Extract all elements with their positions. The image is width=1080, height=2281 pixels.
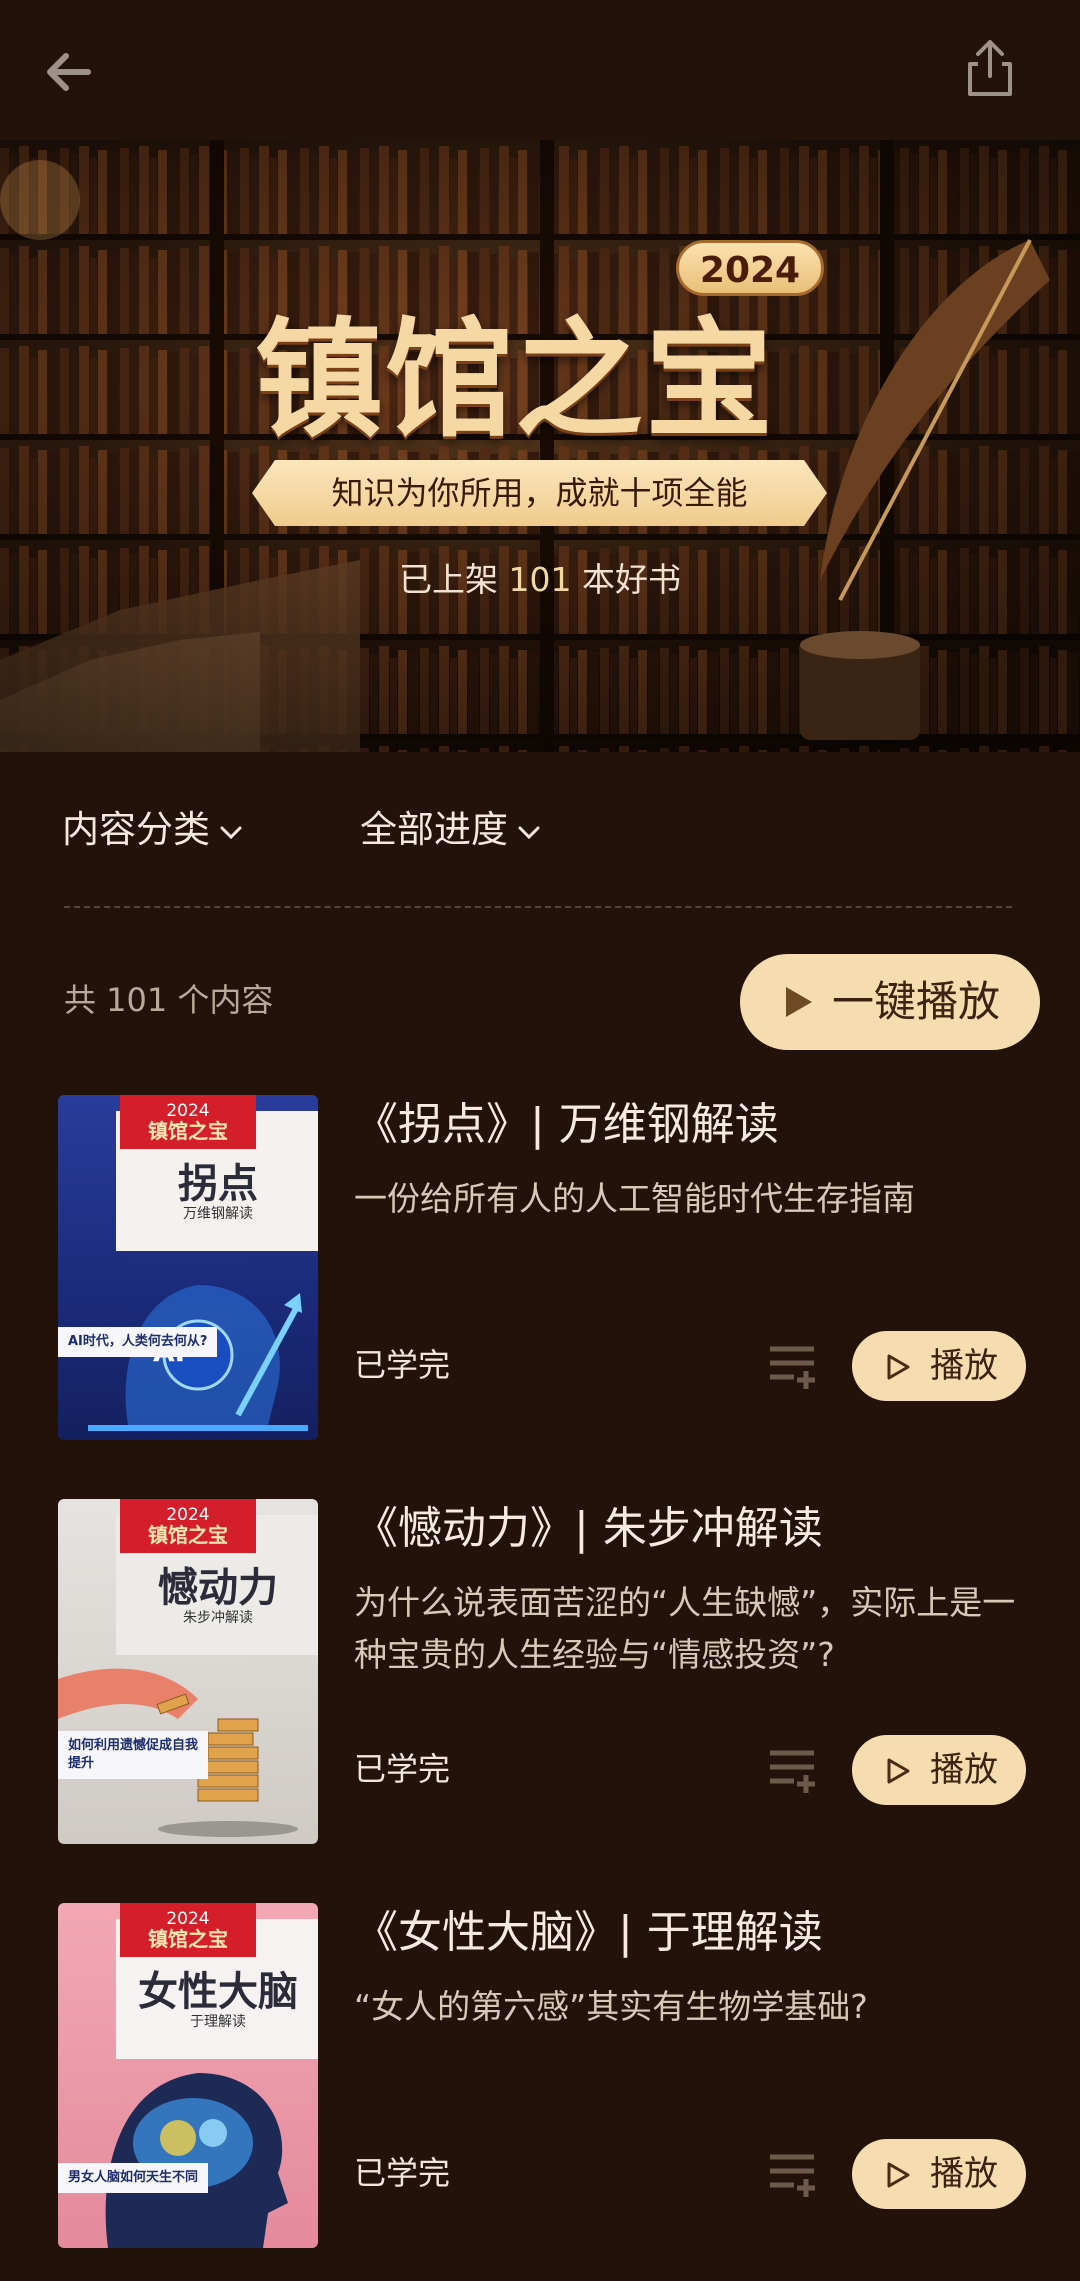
hero-banner: 2024 镇馆之宝 知识为你所用，成就十项全能 已上架 101 本好书 xyxy=(0,140,1080,752)
hero-sub-suffix: 本好书 xyxy=(582,560,681,599)
cover-ribbon: 2024 镇馆之宝 xyxy=(120,1499,256,1553)
add-to-playlist-icon[interactable] xyxy=(768,2151,820,2197)
list-item[interactable]: 2024 镇馆之宝 女性大脑 于理解读 男女人脑如何天生不同 《女性大脑》| 于… xyxy=(0,1903,1080,2253)
play-icon xyxy=(887,1354,910,1380)
cover-title: 拐点 xyxy=(178,1161,258,1207)
cover-ribbon: 2024 镇馆之宝 xyxy=(120,1903,256,1957)
cover-ribbon: 2024 镇馆之宝 xyxy=(120,1095,256,1149)
content-count: 共 101 个内容 xyxy=(64,981,274,1019)
play-button[interactable]: 播放 xyxy=(852,1735,1026,1805)
cover-tagline: AI时代，人类何去何从? xyxy=(58,1327,218,1357)
cover-brand: 镇馆之宝 xyxy=(148,1523,228,1547)
top-bar xyxy=(0,0,1080,140)
hero-ribbon: 知识为你所用，成就十项全能 xyxy=(252,460,827,526)
item-status: 已学完 xyxy=(354,1750,451,1788)
share-button[interactable] xyxy=(958,36,1022,100)
cover-title: 憾动力 xyxy=(158,1565,278,1611)
add-to-playlist-icon[interactable] xyxy=(768,1747,820,1793)
play-button[interactable]: 播放 xyxy=(852,1331,1026,1401)
item-description: 为什么说表面苦涩的“人生缺憾”，实际上是一种宝贵的人生经验与“情感投资”? xyxy=(354,1583,1016,1674)
chevron-down-icon xyxy=(518,826,540,839)
arrow-left-icon xyxy=(47,53,91,91)
filter-progress[interactable]: 全部进度 xyxy=(360,800,542,860)
play-icon xyxy=(887,1758,910,1784)
play-icon xyxy=(786,987,812,1017)
cover-tagline: 男女人脑如何天生不同 xyxy=(58,2163,209,2193)
cover-author: 于理解读 xyxy=(190,2014,246,2030)
filter-progress-label: 全部进度 xyxy=(360,808,508,851)
item-title: 《憾动力》| 朱步冲解读 xyxy=(354,1503,823,1554)
divider xyxy=(64,906,1012,908)
item-title: 《女性大脑》| 于理解读 xyxy=(354,1907,823,1958)
share-icon xyxy=(968,40,1012,96)
hero-sub-count: 101 xyxy=(508,560,572,599)
hero-title: 镇馆之宝 xyxy=(255,305,776,455)
cover-year: 2024 xyxy=(166,1909,210,1929)
cover-tagline: 如何利用遗憾促成自我提升 xyxy=(58,1731,208,1779)
hero-book-count: 已上架 101 本好书 xyxy=(340,555,740,605)
cover-title: 女性大脑 xyxy=(138,1969,298,2015)
list-item[interactable]: 2024 镇馆之宝 憾动力 朱步冲解读 如何利用遗憾促成自我提升 《憾动力》| … xyxy=(0,1499,1080,1849)
cover-year: 2024 xyxy=(166,1505,210,1525)
cover-year: 2024 xyxy=(166,1101,210,1121)
play-button-label: 播放 xyxy=(930,1750,998,1790)
cover-author: 万维钢解读 xyxy=(183,1206,253,1222)
quill-icon xyxy=(800,239,1050,740)
play-all-button[interactable]: 一键播放 xyxy=(740,954,1040,1050)
play-button-label: 播放 xyxy=(930,1346,998,1386)
cover-brand: 镇馆之宝 xyxy=(148,1119,228,1143)
back-button[interactable] xyxy=(38,40,102,104)
item-status: 已学完 xyxy=(354,2154,451,2192)
play-icon xyxy=(887,2162,910,2188)
book-cover: 2024 镇馆之宝 憾动力 朱步冲解读 如何利用遗憾促成自我提升 xyxy=(58,1499,318,1844)
book-cover: 2024 镇馆之宝 拐点 万维钢解读 AI AI时代，人类何去何从? xyxy=(58,1095,318,1440)
item-status: 已学完 xyxy=(354,1346,451,1384)
cover-author: 朱步冲解读 xyxy=(183,1610,253,1626)
filter-category-label: 内容分类 xyxy=(62,808,210,851)
item-title: 《拐点》| 万维钢解读 xyxy=(354,1099,779,1150)
chevron-down-icon xyxy=(220,826,242,839)
play-all-label: 一键播放 xyxy=(832,977,1001,1026)
item-description: “女人的第六感”其实有生物学基础? xyxy=(354,1987,868,2026)
book-cover: 2024 镇馆之宝 女性大脑 于理解读 男女人脑如何天生不同 xyxy=(58,1903,318,2248)
hero-sub-prefix: 已上架 xyxy=(399,560,498,599)
play-button-label: 播放 xyxy=(930,2154,998,2194)
cover-brand: 镇馆之宝 xyxy=(148,1927,228,1951)
list-item[interactable]: 2024 镇馆之宝 拐点 万维钢解读 AI AI时代，人类何去何从? 《拐点》|… xyxy=(0,1095,1080,1445)
brain-illustration xyxy=(105,2073,288,2248)
item-description: 一份给所有人的人工智能时代生存指南 xyxy=(354,1179,915,1218)
add-to-playlist-icon[interactable] xyxy=(768,1343,820,1389)
play-button[interactable]: 播放 xyxy=(852,2139,1026,2209)
filter-category[interactable]: 内容分类 xyxy=(62,800,244,860)
year-badge: 2024 xyxy=(676,240,824,296)
